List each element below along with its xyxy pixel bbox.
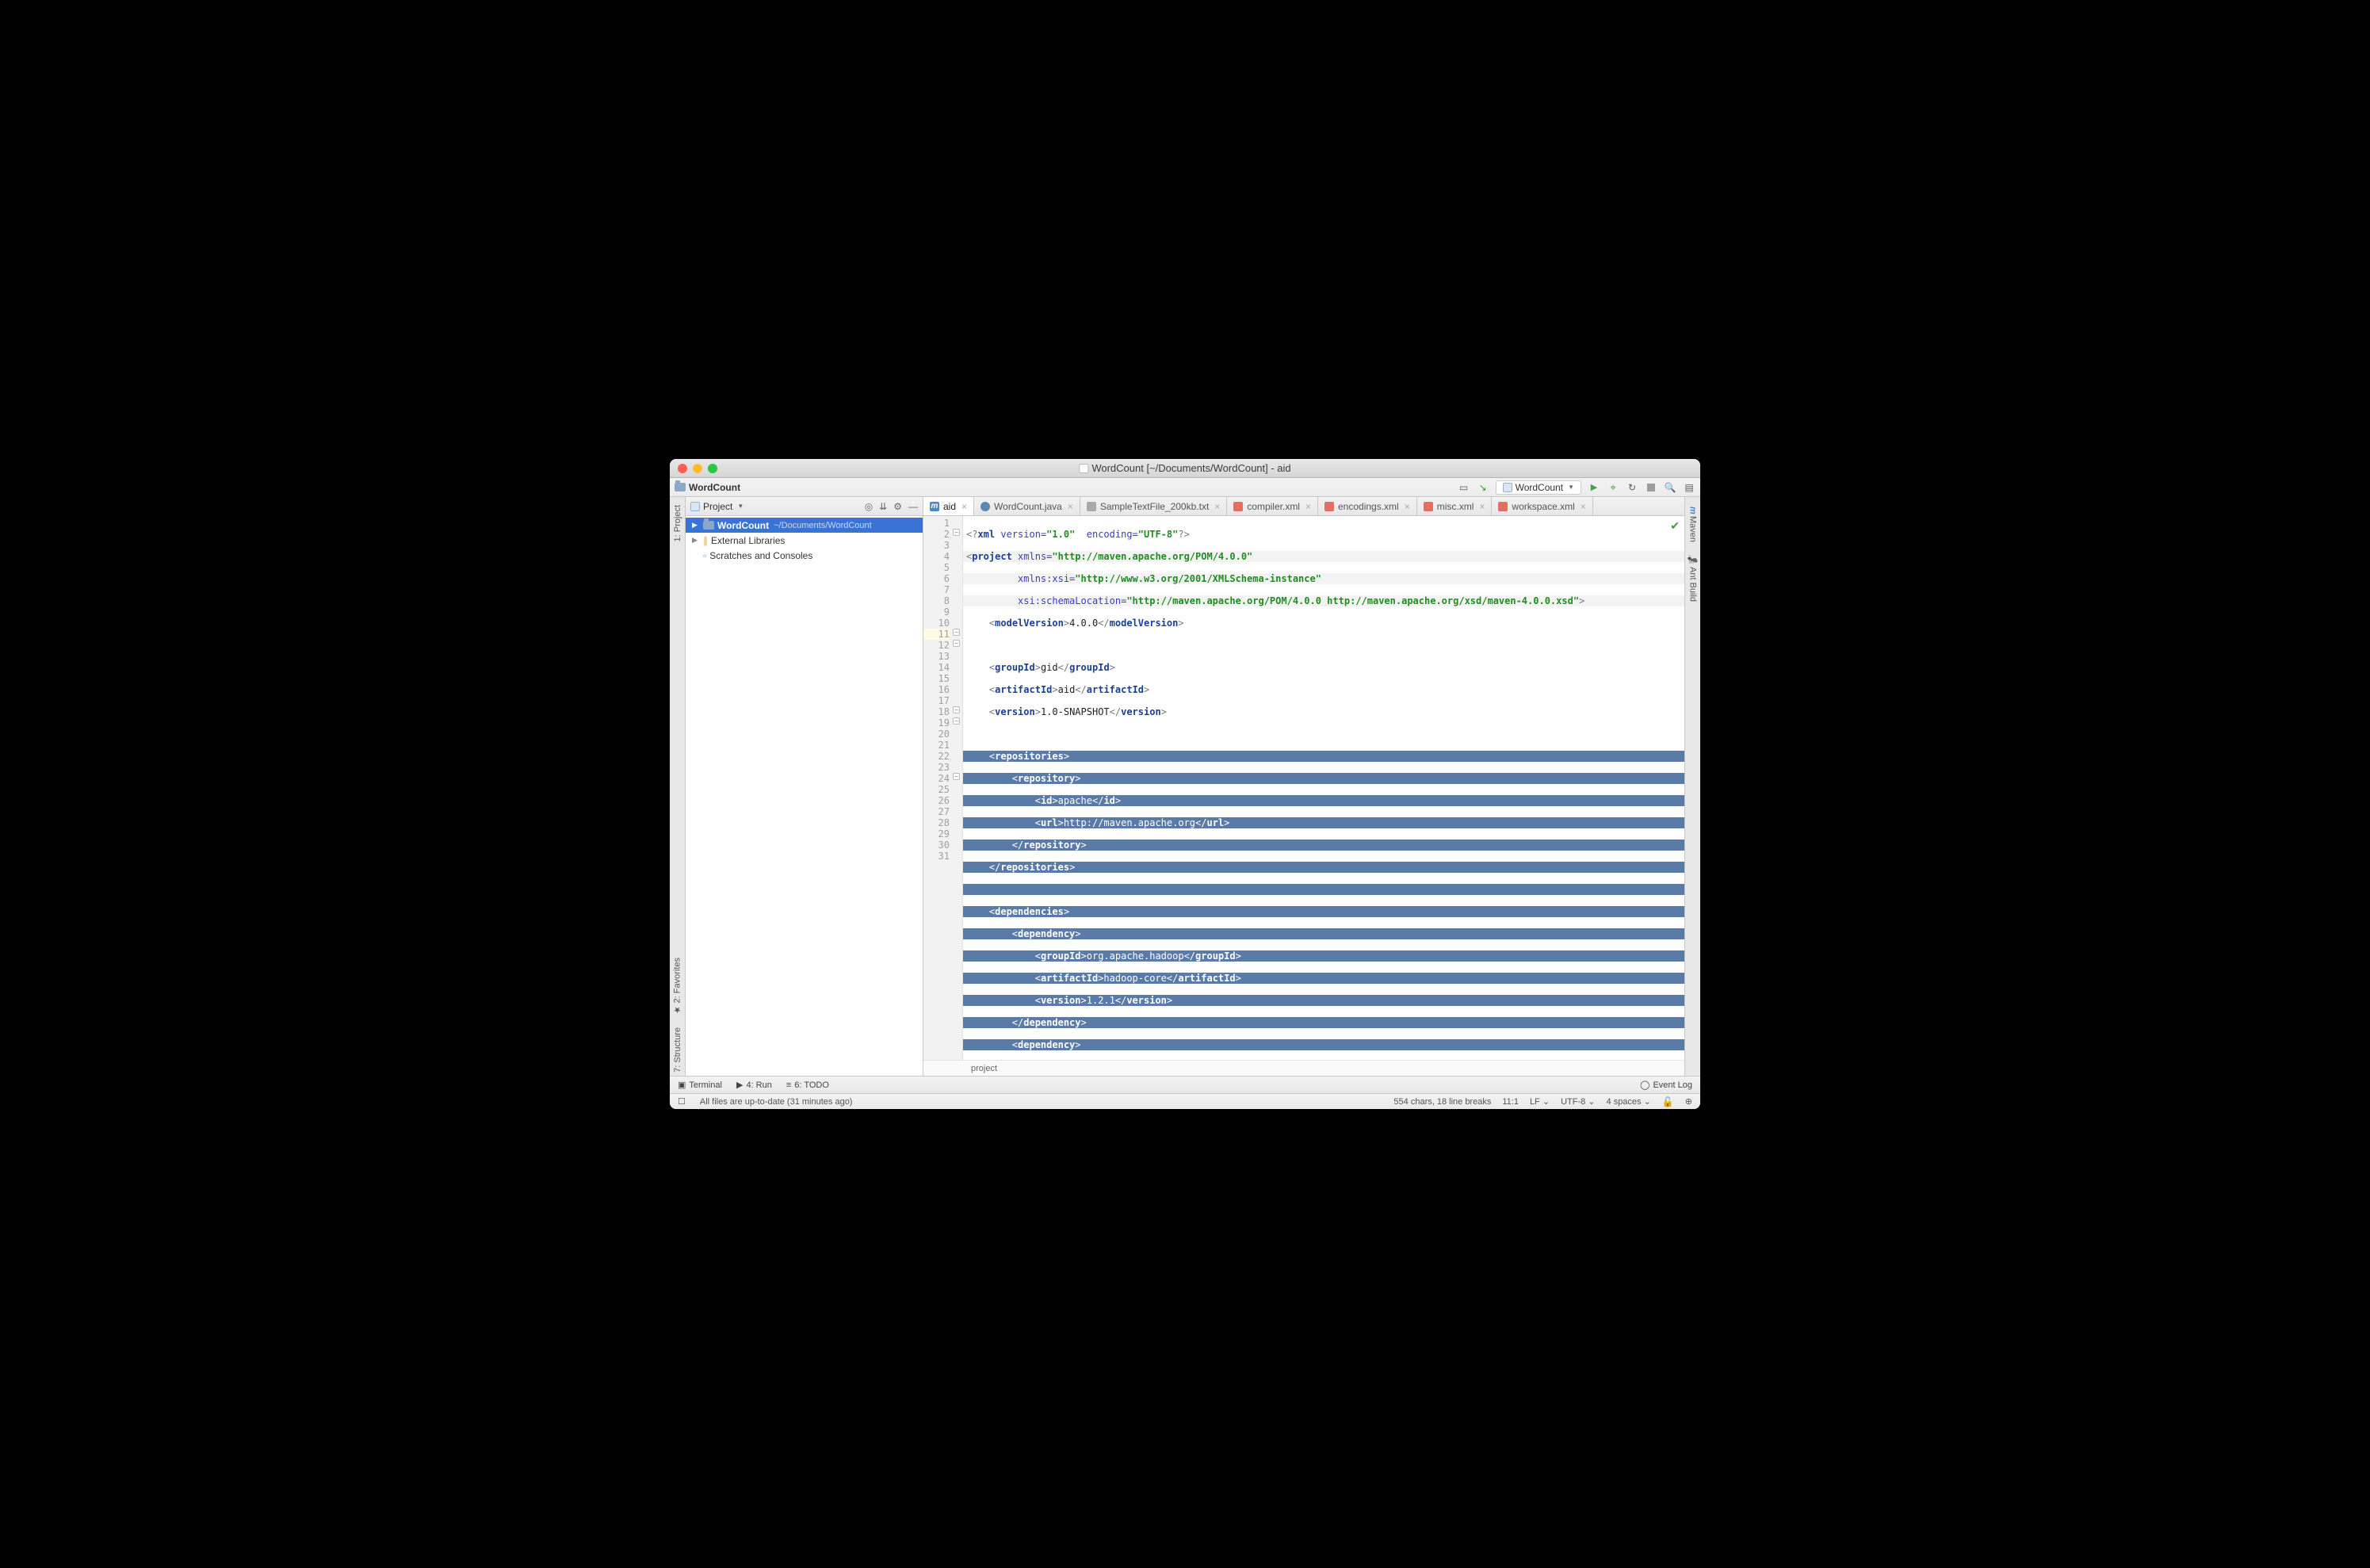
folder-icon	[703, 521, 714, 530]
close-icon[interactable]: ×	[1068, 501, 1073, 512]
tree-external-libs[interactable]: ▶ ∥ External Libraries	[686, 533, 923, 548]
project-tree[interactable]: ▶ WordCount ~/Documents/WordCount ▶ ∥ Ex…	[686, 516, 923, 1076]
collapse-icon[interactable]: ⇊	[879, 501, 887, 512]
xml-icon	[1233, 502, 1243, 511]
status-indent[interactable]: 4 spaces ⌄	[1607, 1096, 1651, 1107]
maven-icon: m	[930, 502, 939, 511]
gear-icon[interactable]: ⚙	[893, 501, 902, 512]
breadcrumb[interactable]: WordCount	[689, 482, 740, 493]
fold-toggle[interactable]: −	[953, 640, 960, 647]
fold-toggle[interactable]: −	[953, 529, 960, 536]
tab-aid[interactable]: maid×	[923, 497, 974, 515]
tab-encodings-xml[interactable]: encodings.xml×	[1318, 497, 1417, 515]
event-log-button[interactable]: ◯ Event Log	[1640, 1080, 1692, 1090]
library-icon: ∥	[703, 535, 708, 546]
stop-button[interactable]	[1645, 481, 1657, 494]
editor-breadcrumb[interactable]: project	[923, 1060, 1684, 1076]
run-tool-button[interactable]: ▶ 4: Run	[736, 1080, 772, 1090]
tree-scratches[interactable]: ▫ Scratches and Consoles	[686, 548, 923, 563]
status-line-separator[interactable]: LF ⌄	[1530, 1096, 1550, 1107]
status-position[interactable]: 11:1	[1502, 1097, 1519, 1107]
text-icon	[1087, 502, 1096, 511]
editor-body[interactable]: ✔ 12345 678910 1112131415 1617181920 212…	[923, 516, 1684, 1060]
editor-area: maid× WordCount.java× SampleTextFile_200…	[923, 497, 1684, 1076]
left-tool-strip: 1: Project ★2: Favorites 7: Structure	[670, 497, 686, 1076]
todo-tool-button[interactable]: ≡ 6: TODO	[786, 1080, 829, 1090]
close-icon[interactable]: ×	[1405, 501, 1410, 512]
status-encoding[interactable]: UTF-8 ⌄	[1561, 1096, 1595, 1107]
ant-tool-button[interactable]: 🐜Ant Build	[1688, 552, 1698, 605]
sync-icon[interactable]: ▭	[1458, 481, 1470, 494]
xml-icon	[1498, 502, 1508, 511]
structure-tool-button[interactable]: 7: Structure	[673, 1024, 682, 1076]
status-extra-icon[interactable]: ⊕	[1685, 1096, 1692, 1107]
module-icon	[1503, 483, 1512, 492]
tab-misc-xml[interactable]: misc.xml×	[1417, 497, 1493, 515]
close-icon[interactable]: ×	[1479, 501, 1485, 512]
lock-icon[interactable]: 🔓	[1662, 1096, 1674, 1107]
close-window[interactable]	[678, 464, 687, 473]
ide-window: WordCount [~/Documents/WordCount] - aid …	[670, 459, 1700, 1109]
project-panel: Project ◎ ⇊ ⚙ — ▶ WordCount ~/Documents/…	[686, 497, 923, 1076]
gutter[interactable]: 12345 678910 1112131415 1617181920 21222…	[923, 516, 963, 1060]
minimize-window[interactable]	[693, 464, 702, 473]
fold-toggle[interactable]: −	[953, 629, 960, 636]
locate-icon[interactable]: ◎	[865, 501, 873, 512]
status-icon[interactable]: ☐	[678, 1096, 686, 1107]
tab-compiler-xml[interactable]: compiler.xml×	[1227, 497, 1318, 515]
project-tool-button[interactable]: 1: Project	[673, 502, 682, 545]
tree-root[interactable]: ▶ WordCount ~/Documents/WordCount	[686, 518, 923, 533]
right-tool-strip: mMaven 🐜Ant Build	[1684, 497, 1700, 1076]
run-config-selector[interactable]: WordCount	[1496, 480, 1581, 495]
fold-toggle[interactable]: −	[953, 773, 960, 780]
close-icon[interactable]: ×	[1214, 501, 1220, 512]
status-chars: 554 chars, 18 line breaks	[1393, 1097, 1491, 1107]
editor-tabs: maid× WordCount.java× SampleTextFile_200…	[923, 497, 1684, 516]
fold-toggle[interactable]: −	[953, 706, 960, 713]
project-icon	[690, 502, 700, 511]
scratch-icon: ▫	[703, 550, 706, 561]
terminal-tool-button[interactable]: ▣ Terminal	[678, 1080, 722, 1090]
favorites-tool-button[interactable]: ★2: Favorites	[672, 954, 682, 1018]
titlebar: WordCount [~/Documents/WordCount] - aid	[670, 459, 1700, 478]
xml-icon	[1325, 502, 1334, 511]
java-icon	[980, 502, 990, 511]
code-editor[interactable]: <?xml version="1.0" encoding="UTF-8"?> <…	[963, 516, 1684, 1060]
project-panel-header: Project ◎ ⇊ ⚙ —	[686, 497, 923, 516]
run-button[interactable]: ▶	[1588, 481, 1600, 494]
run-config-label: WordCount	[1516, 482, 1563, 493]
folder-icon	[675, 483, 686, 491]
close-icon[interactable]: ×	[1581, 501, 1586, 512]
xml-icon	[1424, 502, 1433, 511]
project-view-selector[interactable]: Project	[690, 501, 743, 512]
tab-workspace-xml[interactable]: workspace.xml×	[1492, 497, 1592, 515]
maven-tool-button[interactable]: mMaven	[1688, 503, 1698, 545]
build-icon[interactable]: ↘	[1477, 481, 1489, 494]
settings-icon[interactable]: ▤	[1683, 481, 1695, 494]
status-message: All files are up-to-date (31 minutes ago…	[700, 1097, 853, 1107]
hide-panel-icon[interactable]: —	[908, 501, 918, 512]
navigation-bar: WordCount ▭ ↘ WordCount ▶ ⌖ ↻ 🔍 ▤	[670, 478, 1700, 497]
tab-sample-txt[interactable]: SampleTextFile_200kb.txt×	[1080, 497, 1227, 515]
close-icon[interactable]: ×	[1305, 501, 1311, 512]
bottom-tool-bar: ▣ Terminal ▶ 4: Run ≡ 6: TODO ◯ Event Lo…	[670, 1076, 1700, 1093]
window-title: WordCount [~/Documents/WordCount] - aid	[1079, 462, 1290, 474]
search-icon[interactable]: 🔍	[1664, 481, 1676, 494]
debug-button[interactable]: ⌖	[1607, 481, 1619, 494]
run-coverage-button[interactable]: ↻	[1626, 481, 1638, 494]
tab-wordcount-java[interactable]: WordCount.java×	[974, 497, 1080, 515]
close-icon[interactable]: ×	[961, 501, 967, 512]
fold-toggle[interactable]: −	[953, 717, 960, 725]
window-controls	[678, 464, 717, 473]
maximize-window[interactable]	[708, 464, 717, 473]
status-bar: ☐ All files are up-to-date (31 minutes a…	[670, 1093, 1700, 1109]
